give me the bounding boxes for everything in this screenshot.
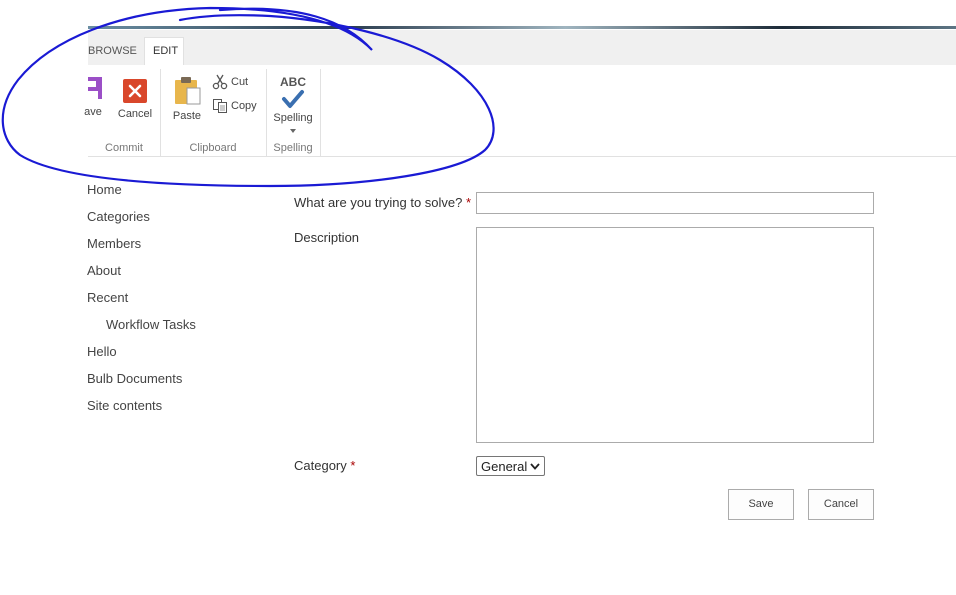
nav-item-about[interactable]: About <box>87 263 121 278</box>
category-label: Category * <box>294 458 355 473</box>
question-label-text: What are you trying to solve? <box>294 195 463 210</box>
ribbon: ave Cancel Commit Paste Cut Copy Clipboa… <box>84 65 956 157</box>
header-image-strip <box>88 26 956 29</box>
chevron-down-icon <box>530 462 540 470</box>
spelling-button[interactable]: ABC Spelling <box>270 75 316 136</box>
tab-browse[interactable]: BROWSE <box>80 38 145 65</box>
nav-item-site-contents[interactable]: Site contents <box>87 398 162 413</box>
cut-label: Cut <box>231 76 249 88</box>
nav-item-recent[interactable]: Recent <box>87 290 128 305</box>
question-label: What are you trying to solve? * <box>294 195 471 210</box>
nav-item-bulb-documents[interactable]: Bulb Documents <box>87 371 182 386</box>
save-ribbon-label: ave <box>84 106 102 118</box>
copy-label: Copy <box>231 100 257 112</box>
cut-button[interactable]: Cut <box>212 74 248 90</box>
nav-item-home[interactable]: Home <box>87 182 122 197</box>
tab-edit[interactable]: EDIT <box>144 37 184 65</box>
save-ribbon-button[interactable]: ave <box>80 75 106 118</box>
nav-item-categories[interactable]: Categories <box>87 209 150 224</box>
paste-icon <box>175 77 201 105</box>
nav-item-members[interactable]: Members <box>87 236 141 251</box>
copy-icon <box>213 99 227 113</box>
cancel-ribbon-button[interactable]: Cancel <box>116 79 154 120</box>
question-input[interactable] <box>476 192 874 214</box>
ribbon-group-spelling: ABC Spelling Spelling <box>266 69 321 157</box>
clipboard-group-label: Clipboard <box>189 142 237 154</box>
spelling-label: Spelling <box>273 112 313 124</box>
category-select[interactable]: General <box>476 456 545 476</box>
paste-label: Paste <box>172 110 202 122</box>
question-required-marker: * <box>465 195 472 210</box>
checkmark-icon <box>282 90 304 108</box>
nav-item-workflow-tasks[interactable]: Workflow Tasks <box>106 317 196 332</box>
description-label: Description <box>294 230 360 245</box>
commit-group-label: Commit <box>105 142 143 154</box>
save-button[interactable]: Save <box>728 489 794 520</box>
description-textarea[interactable] <box>476 227 874 443</box>
cancel-icon <box>123 79 147 103</box>
paste-button[interactable]: Paste <box>170 75 204 122</box>
spelling-group-label: Spelling <box>273 142 313 154</box>
category-selected-value: General <box>481 458 528 474</box>
ribbon-tab-bar: BROWSE EDIT <box>88 30 956 66</box>
category-required-marker: * <box>350 458 356 473</box>
cancel-button[interactable]: Cancel <box>808 489 874 520</box>
copy-button[interactable]: Copy <box>212 98 257 114</box>
save-icon <box>88 77 102 99</box>
chevron-down-icon <box>290 129 296 133</box>
category-label-text: Category <box>294 458 347 473</box>
ribbon-group-clipboard: Paste Cut Copy Clipboard <box>160 69 267 157</box>
ribbon-group-commit: ave Cancel Commit <box>84 69 161 157</box>
nav-item-hello[interactable]: Hello <box>87 344 117 359</box>
spelling-abc-text: ABC <box>280 75 306 89</box>
cancel-ribbon-label: Cancel <box>117 108 153 120</box>
scissors-icon <box>212 74 228 90</box>
